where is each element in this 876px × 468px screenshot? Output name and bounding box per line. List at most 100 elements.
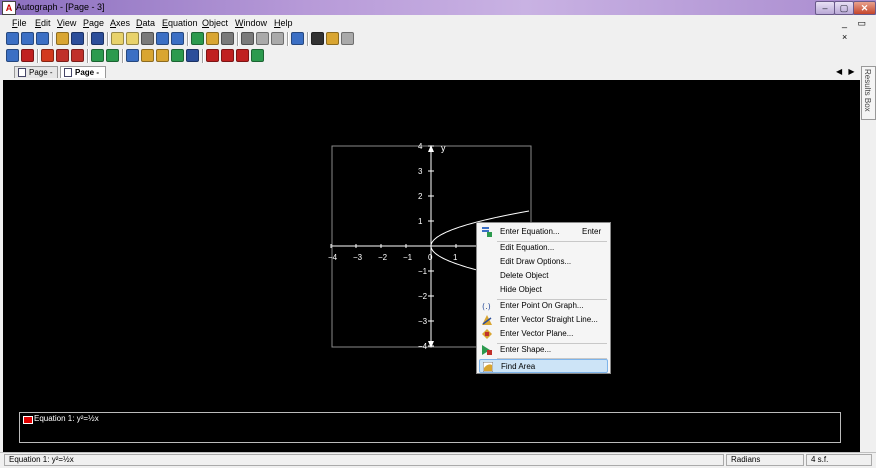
menu-label: Delete Object: [500, 271, 549, 280]
close-button[interactable]: ✕: [853, 1, 876, 15]
menu-find-area[interactable]: Find Area: [479, 359, 608, 373]
menu-edit-equation[interactable]: Edit Equation...: [479, 241, 608, 255]
menu-axes[interactable]: Axes: [110, 16, 130, 30]
new-blank-icon[interactable]: [36, 32, 49, 45]
menu-shortcut: Enter: [582, 227, 602, 236]
tab-page-1[interactable]: Page - 1: [14, 66, 58, 89]
toolbar-separator: [37, 49, 39, 63]
y-tick-label: 1: [418, 217, 423, 226]
graph-canvas[interactable]: y −4 −3 −2 −1 0 1 4 3 2 1 −1 −2 −3 −4 Equation 1: y²=½…: [3, 80, 860, 452]
key-box: Equation 1: y²=½x: [19, 412, 841, 443]
graph-page-icon[interactable]: [106, 49, 119, 62]
text-box-icon[interactable]: [141, 32, 154, 45]
menu-label: Enter Equation...: [500, 227, 560, 236]
toolbar-separator: [87, 49, 89, 63]
vector-plane-icon: [482, 329, 492, 339]
menu-enter-equation[interactable]: Enter Equation... Enter: [479, 225, 608, 239]
save-icon[interactable]: [71, 32, 84, 45]
page-tab-row: Page - 1 Page - 3: [0, 66, 876, 89]
present-icon[interactable]: [291, 32, 304, 45]
gradient-icon[interactable]: [41, 49, 54, 62]
menu-edit-draw-options[interactable]: Edit Draw Options...: [479, 255, 608, 269]
y-tick-label: 2: [418, 192, 423, 201]
tangent-icon[interactable]: [21, 49, 34, 62]
reflect-icon[interactable]: [221, 49, 234, 62]
select-mode-icon[interactable]: [111, 32, 124, 45]
menu-edit[interactable]: Edit: [35, 16, 51, 30]
undo-icon[interactable]: [91, 32, 104, 45]
y-tick-label: −1: [418, 267, 428, 276]
edit-draw-icon[interactable]: [206, 32, 219, 45]
tab-page-3[interactable]: Page - 3: [60, 66, 106, 89]
vector-plane-icon[interactable]: [156, 49, 169, 62]
magnifier-icon[interactable]: [241, 32, 254, 45]
toolbar-separator: [202, 49, 204, 63]
menu-view[interactable]: View: [57, 16, 76, 30]
rotate-icon[interactable]: [236, 49, 249, 62]
status-sig-figs[interactable]: 4 s.f.: [806, 454, 872, 466]
table-icon[interactable]: [171, 32, 184, 45]
point-icon[interactable]: [186, 49, 199, 62]
menu-object[interactable]: Object: [202, 16, 228, 30]
graph-svg[interactable]: y−4 −3 −2 −1 0 14321−1−2−3−4: [3, 80, 860, 452]
zoom-icon[interactable]: [221, 32, 234, 45]
open-folder-icon[interactable]: [56, 32, 69, 45]
x-tick-label: 1: [453, 253, 458, 262]
scribble-icon[interactable]: [156, 32, 169, 45]
slideshow-icon[interactable]: [191, 32, 204, 45]
menu-bar: File Edit View Page Axes Data Equation Object Wi…: [0, 16, 876, 30]
data-set-icon[interactable]: [71, 49, 84, 62]
menu-equation[interactable]: Equation: [162, 16, 198, 30]
page-icon: [64, 68, 72, 77]
grid-icon[interactable]: [91, 49, 104, 62]
legend-equation[interactable]: Equation 1: y²=½x: [34, 414, 99, 424]
page-icon: [18, 68, 26, 77]
context-menu: Enter Equation... Enter Edit Equation...…: [476, 222, 611, 374]
enter-equation-icon[interactable]: [126, 49, 139, 62]
menu-page[interactable]: Page: [83, 16, 104, 30]
minimize-button[interactable]: –: [815, 1, 835, 15]
zoom-box-icon[interactable]: [126, 32, 139, 45]
status-angle-mode[interactable]: Radians: [726, 454, 804, 466]
maximize-button[interactable]: ▢: [834, 1, 854, 15]
new-3d-page-icon[interactable]: [21, 32, 34, 45]
new-page-icon[interactable]: [6, 32, 19, 45]
status-bar: Equation 1: y²=½x Radians 4 s.f.: [0, 452, 876, 468]
toolbar-separator: [287, 32, 289, 46]
transform-icon[interactable]: [206, 49, 219, 62]
y-tick-label: 3: [418, 167, 423, 176]
menu-delete-object[interactable]: Delete Object: [479, 269, 608, 283]
shape-icon[interactable]: [171, 49, 184, 62]
line-style-icon[interactable]: [311, 32, 324, 45]
axes-icon[interactable]: [6, 49, 19, 62]
hand-icon[interactable]: [256, 32, 269, 45]
menu-label: Edit Draw Options...: [500, 257, 572, 266]
menu-enter-shape[interactable]: Enter Shape...: [479, 343, 608, 357]
menu-label: Enter Shape...: [500, 345, 552, 354]
menu-label: Enter Point On Graph...: [500, 301, 584, 310]
vector-line-icon[interactable]: [141, 49, 154, 62]
x-tick-label: −2: [378, 253, 388, 262]
x-tick-label: −3: [353, 253, 363, 262]
svg-text:(.): (.): [482, 302, 491, 311]
turtle-icon[interactable]: [251, 49, 264, 62]
pen-color-icon[interactable]: [326, 32, 339, 45]
menu-enter-vector-line[interactable]: Enter Vector Straight Line...: [479, 313, 608, 327]
fill-color-icon[interactable]: [341, 32, 354, 45]
menu-label: Enter Vector Plane...: [500, 329, 574, 338]
pin-icon[interactable]: [271, 32, 284, 45]
menu-file[interactable]: File: [12, 16, 27, 30]
mdi-window-controls[interactable]: _ ▭ ×: [842, 16, 876, 44]
menu-data[interactable]: Data: [136, 16, 155, 30]
menu-window[interactable]: Window: [235, 16, 267, 30]
menu-help[interactable]: Help: [274, 16, 293, 30]
y-axis-label: y: [441, 143, 446, 153]
window-title: Autograph - [Page - 3]: [16, 2, 105, 12]
y-tick-label: 4: [418, 142, 423, 151]
menu-enter-point[interactable]: (.) Enter Point On Graph...: [479, 299, 608, 313]
toolbar-separator: [107, 32, 109, 46]
menu-enter-vector-plane[interactable]: Enter Vector Plane...: [479, 327, 608, 341]
point-plot-icon[interactable]: [56, 49, 69, 62]
results-box-tab[interactable]: Results Box: [861, 66, 876, 120]
menu-hide-object[interactable]: Hide Object: [479, 283, 608, 297]
